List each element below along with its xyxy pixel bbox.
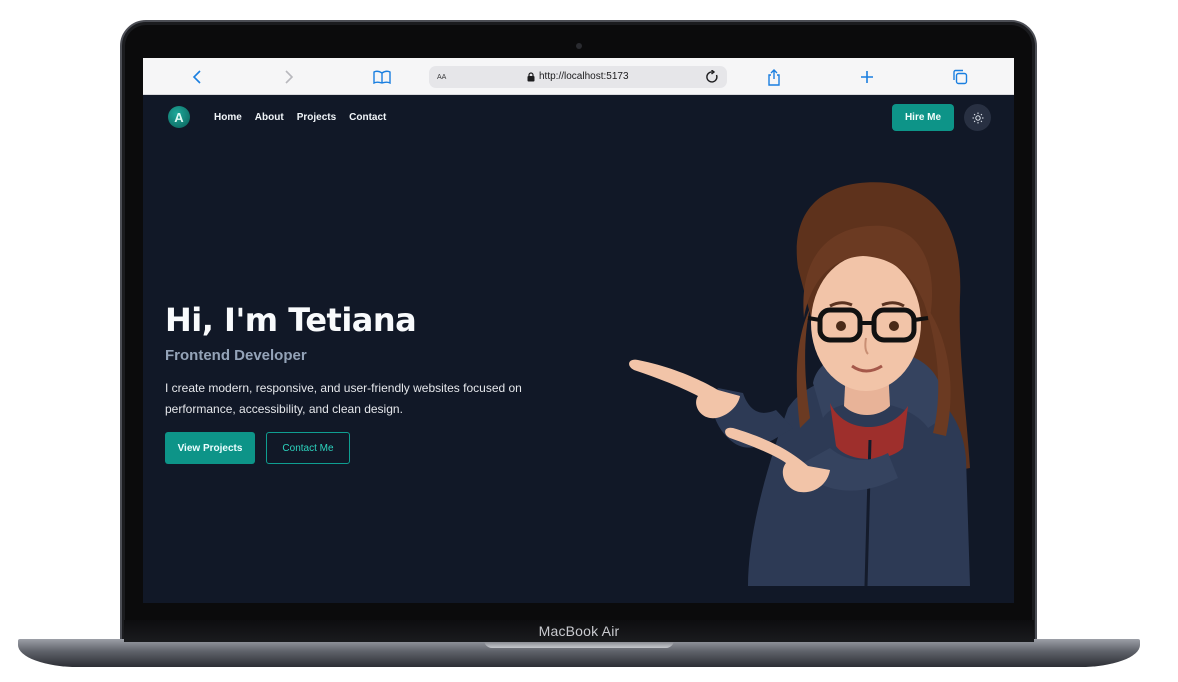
site-logo[interactable]: A — [168, 106, 190, 128]
lock-icon — [527, 71, 535, 81]
nav-links: Home About Projects Contact — [214, 112, 386, 123]
chevron-right-icon[interactable] — [278, 66, 300, 88]
sun-icon — [972, 112, 983, 123]
tabs-icon[interactable] — [949, 66, 971, 88]
laptop-chin: MacBook Air — [124, 620, 1034, 642]
share-icon[interactable] — [763, 66, 785, 88]
browser-toolbar: AA http://localhost:5173 — [143, 58, 1014, 95]
contact-me-button[interactable]: Contact Me — [266, 432, 350, 464]
hire-me-button[interactable]: Hire Me — [892, 104, 954, 131]
hero-role: Frontend Developer — [165, 347, 307, 364]
text-size-button[interactable]: AA — [437, 71, 446, 82]
site-navbar: A Home About Projects Contact Hire Me — [143, 95, 1014, 139]
nav-projects[interactable]: Projects — [297, 112, 336, 123]
browser-window: AA http://localhost:5173 A Home About Pr… — [143, 58, 1014, 603]
chevron-left-icon[interactable] — [186, 66, 208, 88]
nav-about[interactable]: About — [255, 112, 284, 123]
plus-icon[interactable] — [856, 66, 878, 88]
theme-toggle-button[interactable] — [964, 104, 991, 131]
view-projects-button[interactable]: View Projects — [165, 432, 255, 464]
hero-title: Hi, I'm Tetiana — [165, 301, 417, 339]
reload-icon[interactable] — [706, 69, 719, 89]
developer-avatar-illustration — [629, 182, 970, 587]
nav-contact[interactable]: Contact — [349, 112, 386, 123]
camera-icon — [576, 43, 582, 49]
laptop-mockup: AA http://localhost:5173 A Home About Pr… — [0, 0, 1178, 682]
hero-description: I create modern, responsive, and user-fr… — [165, 381, 522, 416]
book-icon[interactable] — [371, 66, 393, 88]
address-bar[interactable]: AA http://localhost:5173 — [429, 66, 727, 88]
nav-home[interactable]: Home — [214, 112, 242, 123]
url-text: http://localhost:5173 — [539, 71, 629, 82]
device-label: MacBook Air — [538, 623, 620, 639]
